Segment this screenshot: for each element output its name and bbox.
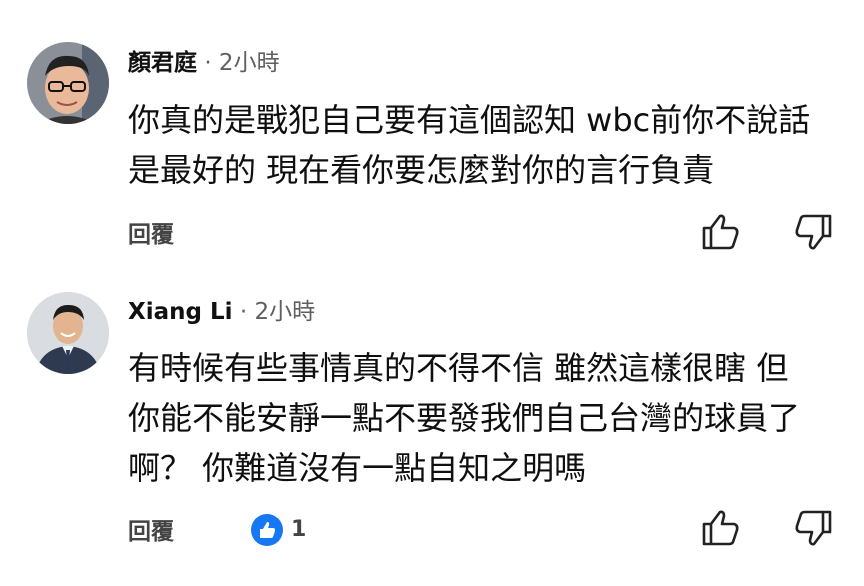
reply-button[interactable]: 回覆 bbox=[128, 220, 174, 250]
thumbs-down-icon[interactable] bbox=[792, 210, 836, 254]
thumbs-down-icon[interactable] bbox=[792, 506, 836, 550]
thumbs-up-icon[interactable] bbox=[698, 506, 742, 550]
timestamp: · 2小時 bbox=[239, 299, 316, 325]
avatar[interactable] bbox=[27, 42, 109, 124]
comment-line: 是最好的 現在看你要怎麼對你的言行負責 bbox=[128, 151, 715, 189]
comment-meta: 顏君庭 · 2小時 bbox=[128, 48, 280, 78]
like-count: 1 bbox=[291, 517, 307, 542]
avatar[interactable] bbox=[27, 292, 109, 374]
author-name[interactable]: Xiang Li bbox=[128, 299, 233, 325]
comment-text: 有時候有些事情真的不得不信 雖然這樣很瞎 但 你能不能安靜一點不要發我們自己台灣… bbox=[128, 343, 800, 493]
reply-button[interactable]: 回覆 bbox=[128, 517, 174, 547]
comment-text: 你真的是戰犯自己要有這個認知 wbc前你不說話 是最好的 現在看你要怎麼對你的言… bbox=[128, 95, 810, 195]
comment-line: 有時候有些事情真的不得不信 雖然這樣很瞎 但 bbox=[128, 349, 789, 387]
timestamp: · 2小時 bbox=[204, 50, 280, 76]
blue-like-badge-icon bbox=[250, 513, 284, 547]
comment-line: 你真的是戰犯自己要有這個認知 wbc前你不說話 bbox=[128, 101, 811, 139]
comment-meta: Xiang Li · 2小時 bbox=[128, 297, 315, 327]
thumbs-up-icon[interactable] bbox=[698, 210, 742, 254]
author-name[interactable]: 顏君庭 bbox=[128, 50, 197, 76]
comment-line: 你能不能安靜一點不要發我們自己台灣的球員了 bbox=[128, 399, 801, 437]
comment-line: 啊？ 你難道沒有一點自知之明嗎 bbox=[128, 449, 587, 487]
